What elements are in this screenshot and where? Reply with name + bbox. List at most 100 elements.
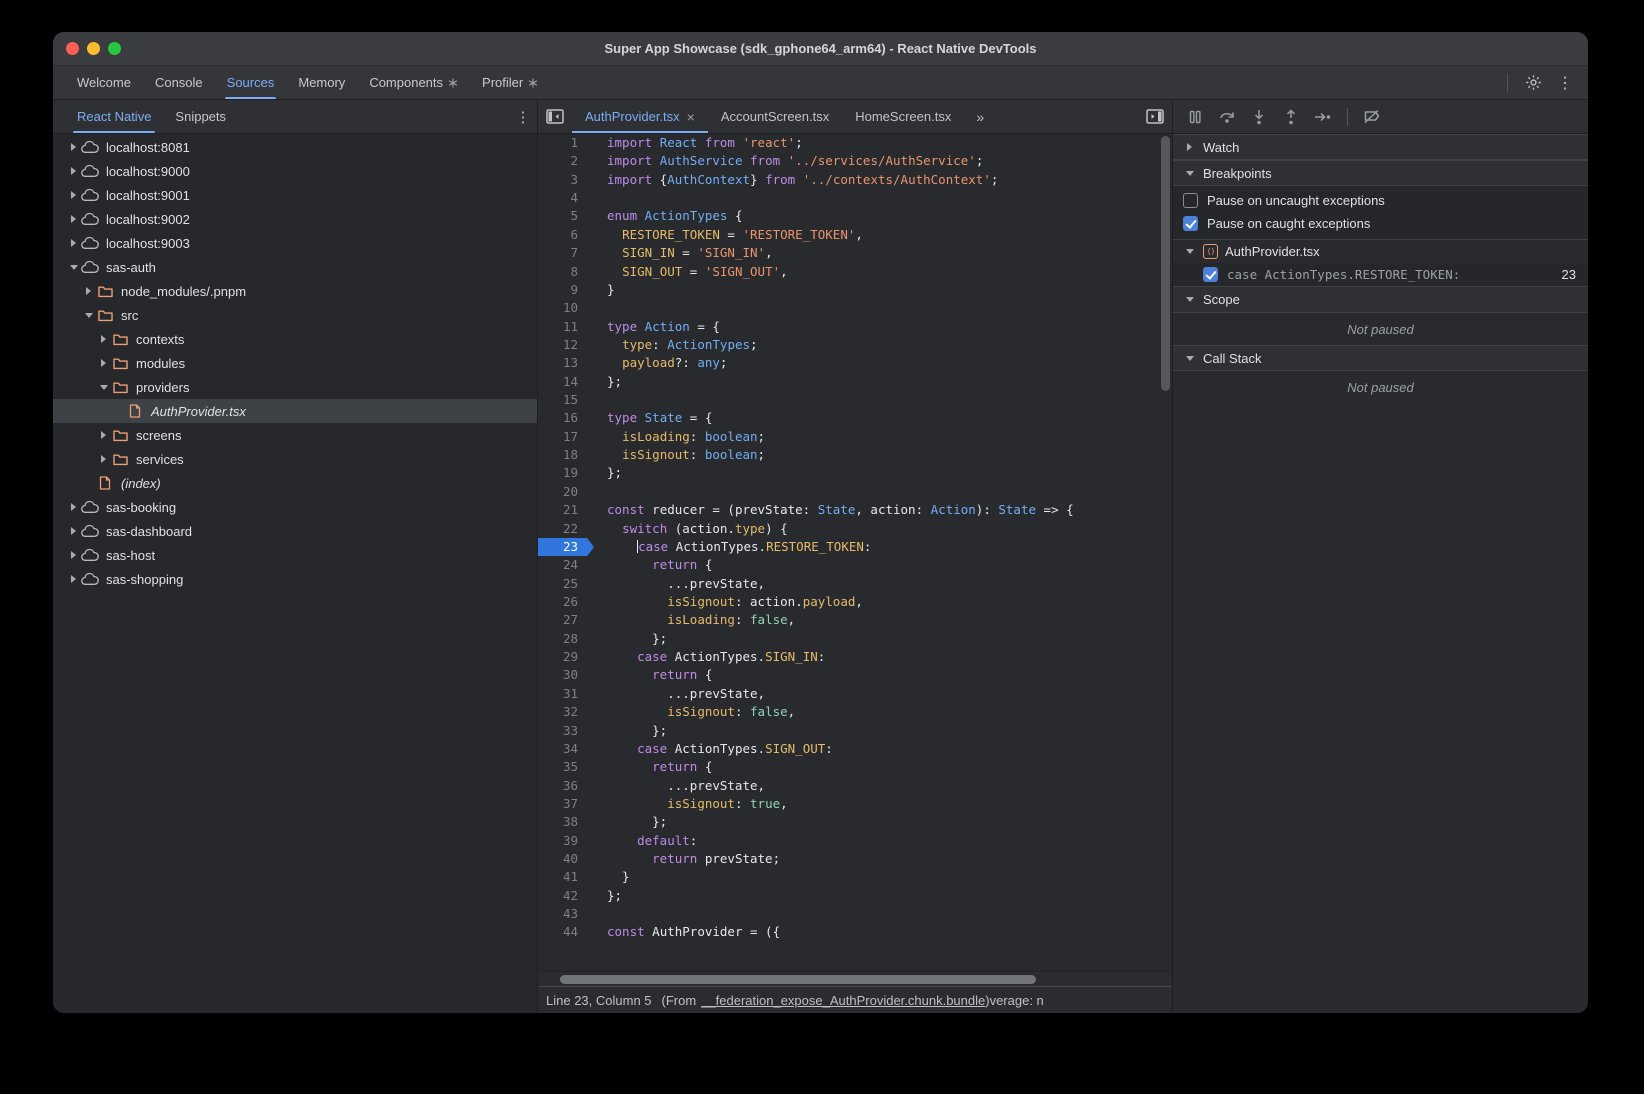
- code-line-13[interactable]: 13 payload?: any;: [538, 354, 1172, 372]
- code-line-text[interactable]: isLoading: false,: [594, 611, 1172, 629]
- breakpoint-marker[interactable]: 23: [538, 538, 594, 556]
- code-line-text[interactable]: type Action = {: [594, 318, 1172, 336]
- line-number[interactable]: 34: [538, 740, 594, 758]
- code-line-text[interactable]: default:: [594, 832, 1172, 850]
- pause-uncaught-row[interactable]: Pause on uncaught exceptions: [1173, 189, 1588, 212]
- line-number[interactable]: 36: [538, 777, 594, 795]
- step-over-icon[interactable]: [1213, 104, 1241, 130]
- code-line-24[interactable]: 24 return {: [538, 556, 1172, 574]
- code-line-text[interactable]: isSignout: boolean;: [594, 446, 1172, 464]
- editor-tab-authprovider.tsx[interactable]: AuthProvider.tsx×: [572, 100, 708, 133]
- code-line-text[interactable]: [594, 299, 1172, 317]
- tree-item-localhost-9003[interactable]: localhost:9003: [53, 231, 537, 255]
- code-line-15[interactable]: 15: [538, 391, 1172, 409]
- code-line-text[interactable]: payload?: any;: [594, 354, 1172, 372]
- line-number[interactable]: 8: [538, 263, 594, 281]
- tree-item-localhost-9000[interactable]: localhost:9000: [53, 159, 537, 183]
- line-number[interactable]: 37: [538, 795, 594, 813]
- chevron-right-icon[interactable]: [67, 215, 80, 223]
- code-line-22[interactable]: 22 switch (action.type) {: [538, 520, 1172, 538]
- line-number[interactable]: 40: [538, 850, 594, 868]
- code-line-38[interactable]: 38 };: [538, 813, 1172, 831]
- line-number[interactable]: 29: [538, 648, 594, 666]
- line-number[interactable]: 41: [538, 868, 594, 886]
- code-line-7[interactable]: 7 SIGN_IN = 'SIGN_IN',: [538, 244, 1172, 262]
- code-line-text[interactable]: return {: [594, 556, 1172, 574]
- code-line-43[interactable]: 43: [538, 905, 1172, 923]
- line-number[interactable]: 32: [538, 703, 594, 721]
- code-line-39[interactable]: 39 default:: [538, 832, 1172, 850]
- more-options-kebab-icon[interactable]: ⋮: [1552, 70, 1578, 96]
- tree-item-node-modules-pnpm[interactable]: node_modules/.pnpm: [53, 279, 537, 303]
- tree-item-localhost-9001[interactable]: localhost:9001: [53, 183, 537, 207]
- tree-item-contexts[interactable]: contexts: [53, 327, 537, 351]
- settings-gear-icon[interactable]: [1520, 70, 1546, 96]
- code-line-11[interactable]: 11type Action = {: [538, 318, 1172, 336]
- code-line-25[interactable]: 25 ...prevState,: [538, 575, 1172, 593]
- line-number[interactable]: 42: [538, 887, 594, 905]
- code-line-text[interactable]: import AuthService from '../services/Aut…: [594, 152, 1172, 170]
- line-number[interactable]: 10: [538, 299, 594, 317]
- chevron-right-icon[interactable]: [67, 167, 80, 175]
- code-line-4[interactable]: 4: [538, 189, 1172, 207]
- code-line-19[interactable]: 19};: [538, 464, 1172, 482]
- chevron-right-icon[interactable]: [67, 191, 80, 199]
- code-line-text[interactable]: ...prevState,: [594, 685, 1172, 703]
- tree-item-screens[interactable]: screens: [53, 423, 537, 447]
- navigator-tab-snippets[interactable]: Snippets: [163, 100, 238, 133]
- breakpoint-entry[interactable]: case ActionTypes.RESTORE_TOKEN: 23: [1173, 263, 1588, 287]
- code-line-34[interactable]: 34 case ActionTypes.SIGN_OUT:: [538, 740, 1172, 758]
- line-number[interactable]: 38: [538, 813, 594, 831]
- code-line-18[interactable]: 18 isSignout: boolean;: [538, 446, 1172, 464]
- line-number[interactable]: 18: [538, 446, 594, 464]
- chevron-right-icon[interactable]: [97, 335, 110, 343]
- main-tab-memory[interactable]: Memory: [286, 66, 357, 99]
- code-line-14[interactable]: 14};: [538, 373, 1172, 391]
- line-number[interactable]: 6: [538, 226, 594, 244]
- chevron-right-icon[interactable]: [97, 455, 110, 463]
- line-number[interactable]: 7: [538, 244, 594, 262]
- code-line-41[interactable]: 41 }: [538, 868, 1172, 886]
- code-line-text[interactable]: case ActionTypes.SIGN_IN:: [594, 648, 1172, 666]
- line-number[interactable]: 35: [538, 758, 594, 776]
- code-line-26[interactable]: 26 isSignout: action.payload,: [538, 593, 1172, 611]
- step-into-icon[interactable]: [1245, 104, 1273, 130]
- line-number[interactable]: 22: [538, 520, 594, 538]
- line-number[interactable]: 21: [538, 501, 594, 519]
- code-line-text[interactable]: };: [594, 813, 1172, 831]
- code-line-text[interactable]: };: [594, 464, 1172, 482]
- code-line-17[interactable]: 17 isLoading: boolean;: [538, 428, 1172, 446]
- code-line-text[interactable]: [594, 189, 1172, 207]
- tree-item-localhost-9002[interactable]: localhost:9002: [53, 207, 537, 231]
- line-number[interactable]: 25: [538, 575, 594, 593]
- tree-item-sas-auth[interactable]: sas-auth: [53, 255, 537, 279]
- line-number[interactable]: 4: [538, 189, 594, 207]
- code-line-8[interactable]: 8 SIGN_OUT = 'SIGN_OUT',: [538, 263, 1172, 281]
- code-line-37[interactable]: 37 isSignout: true,: [538, 795, 1172, 813]
- line-number[interactable]: 19: [538, 464, 594, 482]
- code-line-23[interactable]: 23 case ActionTypes.RESTORE_TOKEN:: [538, 538, 1172, 556]
- code-line-10[interactable]: 10: [538, 299, 1172, 317]
- close-tab-icon[interactable]: ×: [687, 109, 695, 125]
- chevron-right-icon[interactable]: [82, 287, 95, 295]
- tree-item-localhost-8081[interactable]: localhost:8081: [53, 135, 537, 159]
- close-window-button[interactable]: [66, 42, 79, 55]
- code-line-6[interactable]: 6 RESTORE_TOKEN = 'RESTORE_TOKEN',: [538, 226, 1172, 244]
- step-icon[interactable]: [1309, 104, 1337, 130]
- code-line-text[interactable]: [594, 391, 1172, 409]
- deactivate-breakpoints-icon[interactable]: [1358, 104, 1386, 130]
- line-number[interactable]: 9: [538, 281, 594, 299]
- code-line-36[interactable]: 36 ...prevState,: [538, 777, 1172, 795]
- code-line-text[interactable]: };: [594, 373, 1172, 391]
- code-line-text[interactable]: SIGN_OUT = 'SIGN_OUT',: [594, 263, 1172, 281]
- code-line-text[interactable]: };: [594, 887, 1172, 905]
- chevron-down-icon[interactable]: [82, 313, 95, 318]
- zoom-window-button[interactable]: [108, 42, 121, 55]
- code-line-text[interactable]: case ActionTypes.SIGN_OUT:: [594, 740, 1172, 758]
- tab-overflow-chevrons[interactable]: »: [964, 100, 995, 133]
- line-number[interactable]: 20: [538, 483, 594, 501]
- tree-item-services[interactable]: services: [53, 447, 537, 471]
- chevron-right-icon[interactable]: [67, 503, 80, 511]
- chevron-right-icon[interactable]: [97, 359, 110, 367]
- main-tab-console[interactable]: Console: [143, 66, 215, 99]
